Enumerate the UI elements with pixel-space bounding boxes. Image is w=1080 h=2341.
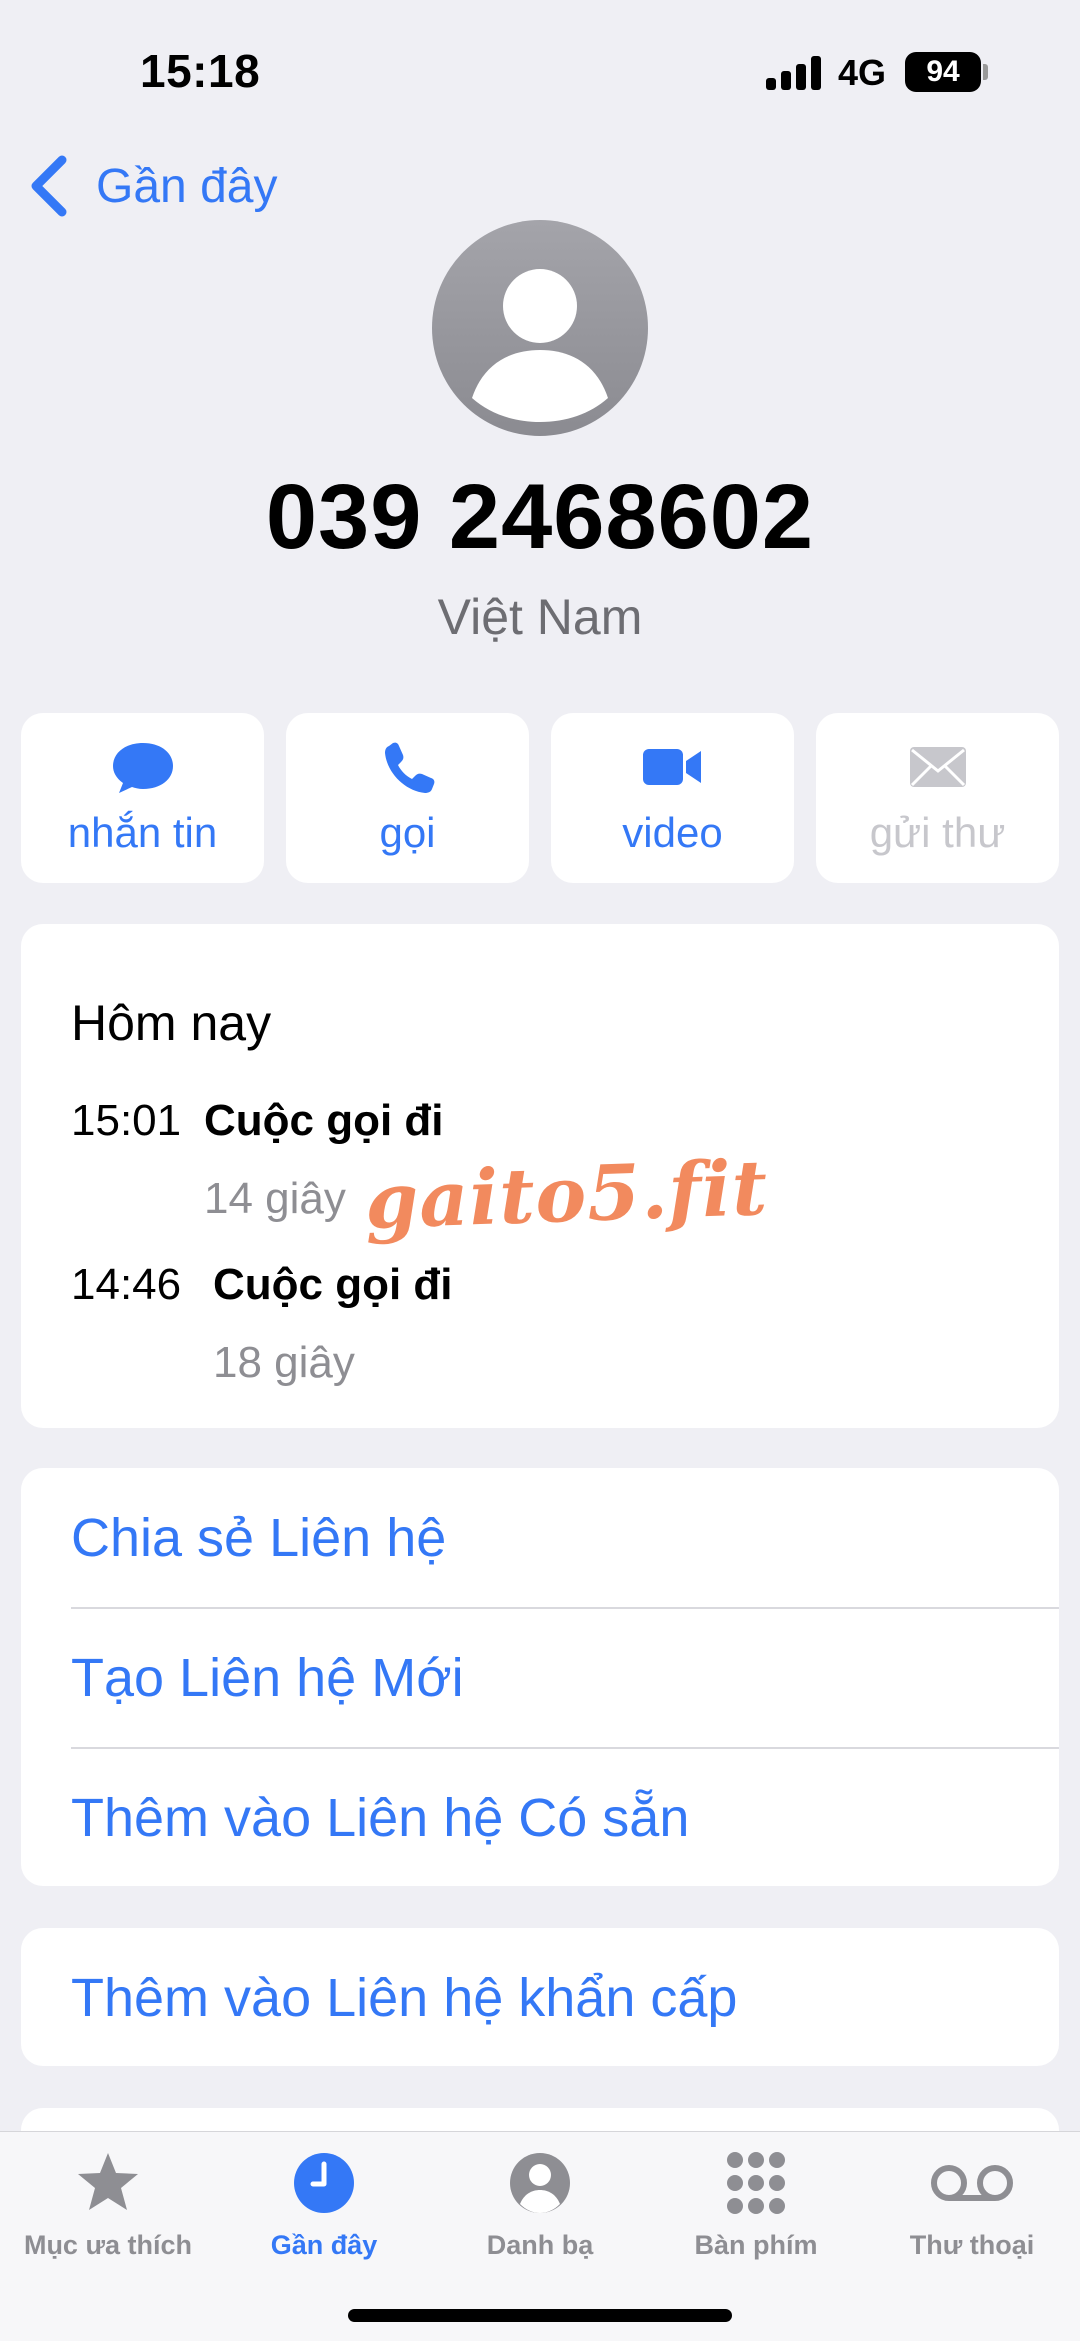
battery-cap [983,64,988,80]
call-type: Cuộc gọi đi [204,1096,444,1145]
back-label: Gần đây [96,159,278,213]
envelope-icon [909,747,966,787]
tab-contacts-label: Danh bạ [486,2230,594,2260]
tab-voicemail-label: Thư thoại [909,2230,1035,2260]
add-emergency-contact-button[interactable]: Thêm vào Liên hệ khẩn cấp [71,1928,1059,2067]
tab-favorites[interactable]: Mục ưa thích [0,2150,216,2261]
star-icon [78,2153,138,2210]
mail-label: gửi thư [869,809,1006,856]
emergency-contact-card: Thêm vào Liên hệ khẩn cấp [21,1928,1059,2066]
tab-favorites-label: Mục ưa thích [23,2230,193,2260]
share-contact-button[interactable]: Chia sẻ Liên hệ [71,1468,1059,1607]
create-new-contact-button[interactable]: Tạo Liên hệ Mới [71,1608,1059,1747]
status-time: 15:18 [140,45,261,97]
watermark: gaito5.fit [363,1142,770,1247]
call-duration: 14 giây [204,1174,346,1223]
chevron-left-icon [31,155,67,217]
tab-keypad[interactable]: Bàn phím [648,2150,864,2261]
clock-icon [294,2153,354,2213]
phone-icon [384,742,434,793]
message-label: nhắn tin [67,809,218,856]
video-button[interactable]: video [551,713,794,883]
tab-recents-label: Gần đây [270,2230,378,2260]
tab-voicemail[interactable]: Thư thoại [864,2150,1080,2261]
voicemail-icon [931,2165,1013,2201]
battery-icon: 94 [905,52,981,92]
call-type: Cuộc gọi đi [213,1260,453,1309]
contact-options-card: Chia sẻ Liên hệ Tạo Liên hệ Mới Thêm vào… [21,1468,1059,1886]
mail-button[interactable]: gửi thư [816,713,1059,883]
keypad-icon [727,2152,785,2214]
call-time: 15:01 [71,1096,182,1145]
contact-detail-screen: 15:18 4G 94 Gần đây 039 2468602 Việt Nam [0,0,1080,2341]
back-button[interactable]: Gần đây [28,150,277,222]
add-to-existing-contact-button[interactable]: Thêm vào Liên hệ Có sẵn [71,1748,1059,1887]
cellular-signal-icon [766,56,824,90]
call-label: gọi [379,809,436,856]
tab-recents[interactable]: Gần đây [216,2150,432,2261]
call-duration: 18 giây [213,1338,355,1387]
country-label: Việt Nam [437,589,643,645]
action-buttons: nhắn tin gọi video gửi thư [21,713,1059,883]
message-button[interactable]: nhắn tin [21,713,264,883]
call-time: 14:46 [71,1260,182,1309]
status-bar: 15:18 4G 94 [0,0,1080,140]
person-icon [472,269,608,422]
person-circle-icon [510,2153,570,2213]
phone-number: 039 2468602 [265,466,815,568]
tab-contacts[interactable]: Danh bạ [432,2150,648,2261]
video-camera-icon [642,749,701,785]
home-indicator[interactable] [348,2309,732,2322]
tab-keypad-label: Bàn phím [694,2230,818,2260]
call-button[interactable]: gọi [286,713,529,883]
battery-level: 94 [926,55,960,88]
history-date-heading: Hôm nay [71,995,272,1051]
video-label: video [622,809,723,856]
network-type: 4G [838,52,887,93]
contact-avatar [432,220,648,436]
message-bubble-icon [112,743,173,793]
